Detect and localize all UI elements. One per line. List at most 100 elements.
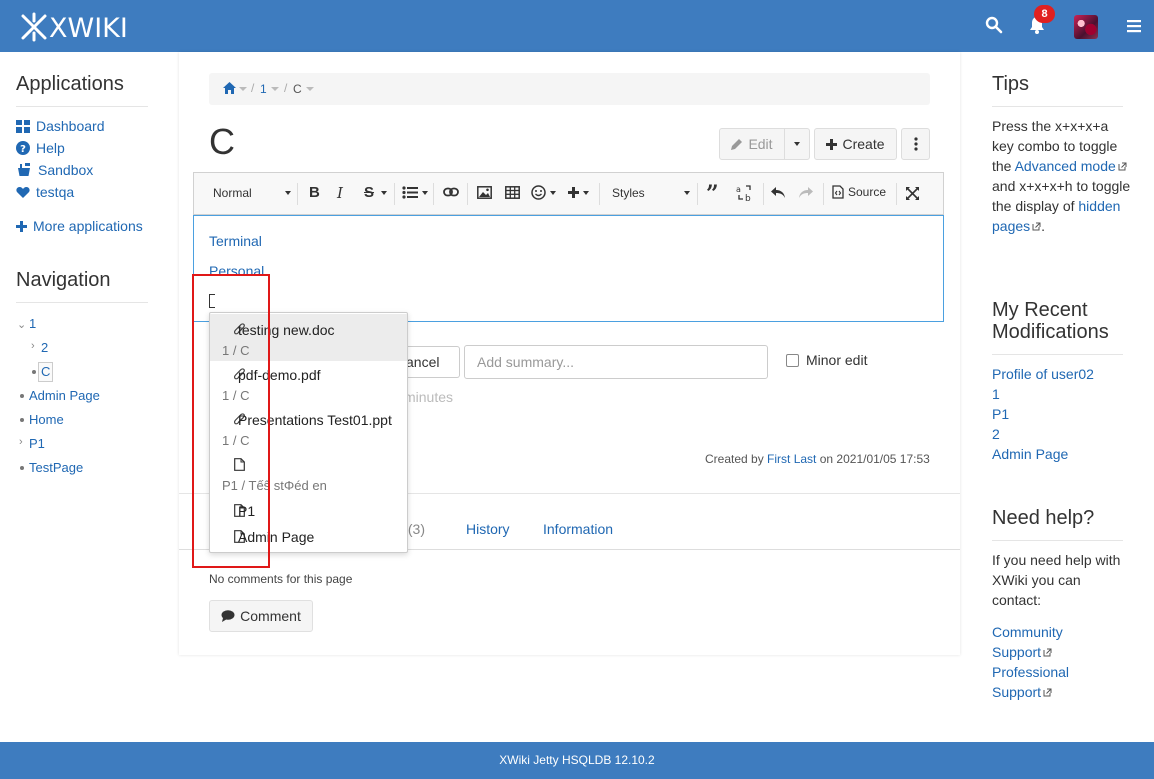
wysiwyg-editor[interactable]: Terminal Personal: [193, 215, 944, 322]
chevron-down-icon[interactable]: ⌄: [17, 318, 26, 331]
language-direction-icon[interactable]: ab: [736, 184, 754, 202]
search-icon[interactable]: [985, 16, 1005, 36]
more-applications-label: More applications: [33, 218, 143, 234]
breadcrumb-separator: /: [251, 81, 255, 95]
tree-item-admin-page[interactable]: Admin Page: [29, 388, 100, 403]
comment-button-label: Comment: [240, 608, 301, 624]
advanced-mode-link[interactable]: Advanced mode: [1015, 158, 1127, 174]
breadcrumb-item-c: C: [293, 82, 302, 96]
toolbar-separator: [467, 183, 468, 205]
xwiki-x-icon: [21, 12, 47, 42]
recent-link[interactable]: 1: [992, 386, 1000, 402]
breadcrumb: / 1 / C: [209, 73, 930, 105]
image-icon[interactable]: [477, 186, 492, 199]
sandbox-icon: [18, 163, 30, 176]
applications-divider: [16, 106, 148, 107]
chevron-right-icon[interactable]: ›: [31, 340, 35, 352]
user-avatar[interactable]: [1074, 15, 1098, 39]
more-actions-button[interactable]: [901, 128, 930, 160]
notification-badge: 8: [1034, 5, 1055, 23]
toolbar-separator: [433, 183, 434, 205]
tree-item-1[interactable]: 1: [29, 316, 36, 331]
community-support-link[interactable]: Community Support: [992, 622, 1063, 662]
emoji-icon[interactable]: [531, 185, 556, 200]
insert-plus-icon[interactable]: [568, 187, 589, 198]
tips-text: Press the x+x+x+a key combo to toggle th…: [992, 116, 1132, 236]
tree-item-2[interactable]: 2: [41, 340, 48, 355]
recent-link[interactable]: Profile of user02: [992, 366, 1094, 382]
menu-icon[interactable]: [1127, 19, 1147, 39]
app-sandbox[interactable]: Sandbox: [16, 162, 93, 178]
help-text: If you need help with XWiki you can cont…: [992, 552, 1121, 608]
need-help-title: Need help?: [992, 507, 1095, 529]
maximize-icon[interactable]: [905, 186, 920, 201]
source-button-label: Source: [848, 185, 887, 199]
chevron-down-icon[interactable]: [306, 87, 314, 91]
xwiki-logo[interactable]: XWIKI: [17, 9, 128, 44]
author-link[interactable]: First Last: [767, 452, 816, 466]
plus-icon: [16, 220, 27, 232]
chevron-down-icon[interactable]: [239, 87, 247, 91]
recent-link[interactable]: 2: [992, 426, 1000, 442]
source-button[interactable]: Source: [832, 185, 886, 199]
toolbar-separator: [823, 183, 824, 205]
professional-support-link[interactable]: Professional Support: [992, 662, 1069, 702]
tab-information[interactable]: Information: [543, 521, 613, 537]
chevron-right-icon[interactable]: ›: [19, 436, 23, 448]
pencil-icon: [731, 139, 743, 150]
undo-icon[interactable]: [771, 187, 786, 198]
recent-link[interactable]: Admin Page: [992, 446, 1068, 462]
styles-dropdown[interactable]: Styles: [612, 186, 690, 200]
more-applications-link[interactable]: More applications: [16, 218, 143, 234]
blockquote-icon[interactable]: ”: [706, 181, 719, 207]
format-dropdown-label: Normal: [213, 186, 252, 200]
italic-icon[interactable]: I: [337, 184, 343, 202]
breadcrumb-item-1[interactable]: 1: [260, 82, 267, 96]
editor-toolbar: Normal B I S Styles ” ab Source: [193, 172, 944, 215]
app-dashboard[interactable]: Dashboard: [16, 118, 105, 134]
redo-icon[interactable]: [798, 187, 813, 198]
bulleted-list-icon[interactable]: [402, 186, 428, 199]
tree-item-p1[interactable]: P1: [29, 436, 45, 451]
caret-down-icon: [684, 191, 690, 195]
table-icon[interactable]: [505, 186, 520, 199]
tree-bullet: [20, 394, 24, 398]
community-support-line2: Support: [992, 644, 1042, 660]
format-dropdown[interactable]: Normal: [213, 186, 291, 200]
help-divider: [992, 540, 1123, 541]
edit-menu-toggle[interactable]: [784, 128, 810, 160]
created-date: on 2021/01/05 17:53: [819, 452, 930, 466]
link-icon[interactable]: [443, 187, 459, 197]
tree-item-c[interactable]: C: [41, 364, 50, 379]
strikethrough-icon[interactable]: S: [364, 184, 388, 201]
cancel-button[interactable]: ancel: [404, 346, 460, 378]
summary-input[interactable]: [464, 345, 768, 379]
comment-button[interactable]: Comment: [209, 600, 313, 632]
annotation-highlight-box: [192, 274, 270, 568]
styles-dropdown-label: Styles: [612, 186, 645, 200]
tree-item-testpage[interactable]: TestPage: [29, 460, 83, 475]
create-button[interactable]: Create: [814, 128, 897, 160]
app-sandbox-label: Sandbox: [38, 162, 94, 178]
app-testqa[interactable]: testqa: [16, 184, 74, 200]
source-icon: [832, 185, 844, 199]
logo-text: XWIKI: [49, 13, 128, 44]
tab-history[interactable]: History: [466, 521, 510, 537]
bold-icon[interactable]: B: [309, 184, 320, 201]
toolbar-separator: [394, 183, 395, 205]
chevron-down-icon[interactable]: [271, 87, 279, 91]
toolbar-separator: [697, 183, 698, 205]
external-link-icon: [1118, 162, 1127, 171]
recent-link[interactable]: P1: [992, 406, 1009, 422]
edit-button[interactable]: Edit: [719, 128, 785, 160]
content-link-terminal[interactable]: Terminal: [209, 233, 262, 249]
tree-item-home[interactable]: Home: [29, 412, 64, 427]
top-bar: XWIKI 8: [0, 0, 1154, 52]
external-link-icon: [1032, 222, 1041, 231]
minor-edit-label: Minor edit: [806, 352, 868, 368]
toolbar-separator: [763, 183, 764, 205]
minor-edit-checkbox[interactable]: [786, 354, 799, 367]
created-prefix: Created by: [705, 452, 764, 466]
app-help[interactable]: ? Help: [16, 140, 65, 156]
home-icon[interactable]: [223, 82, 236, 94]
